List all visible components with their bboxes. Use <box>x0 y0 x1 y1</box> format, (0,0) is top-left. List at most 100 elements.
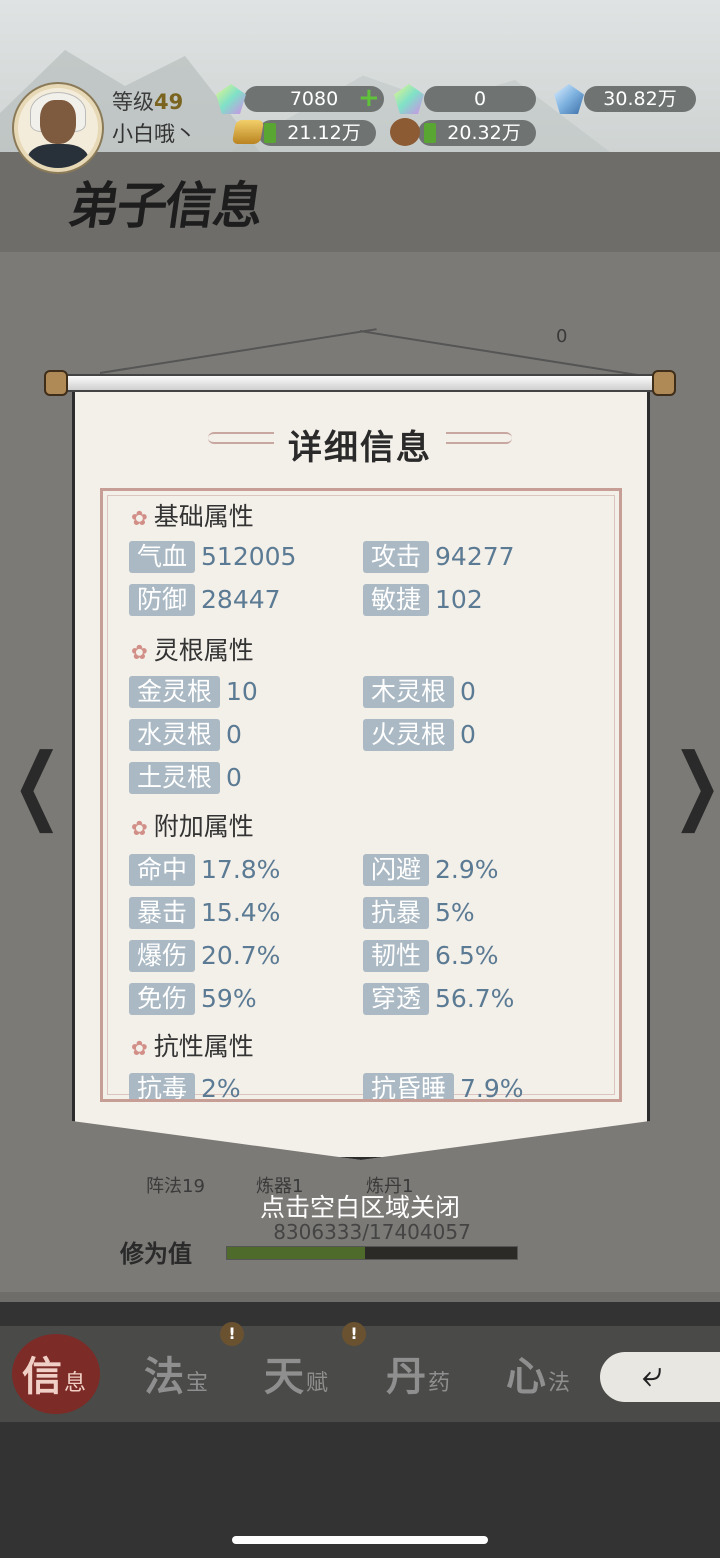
scroll-rod <box>48 374 674 392</box>
section-spirit-root: ✿ 灵根属性 <box>131 631 254 667</box>
stat-label: 抗毒 <box>129 1073 196 1099</box>
stat-toughness: 韧性 6.5% <box>363 940 499 972</box>
attribute-frame[interactable]: ✿ 基础属性 气血 512005 攻击 94277 防御 28447 敏捷 102 ✿ 灵根… <box>100 488 622 1102</box>
stat-label: 免伤 <box>129 983 196 1015</box>
crystal-counter: 30.82万 <box>584 86 696 112</box>
home-indicator[interactable] <box>232 1536 488 1544</box>
cultivation-progress-fill <box>227 1247 366 1259</box>
tab-big-char: 法 <box>144 1353 184 1400</box>
level-value: 49 <box>154 90 184 114</box>
cultivation-progress-bar <box>226 1246 518 1260</box>
stat-penetration: 穿透 56.7% <box>363 983 514 1015</box>
stat-value: 0 <box>460 720 476 749</box>
player-avatar[interactable] <box>14 84 102 172</box>
section-title: 灵根属性 <box>153 636 254 665</box>
stat-label: 敏捷 <box>363 584 430 616</box>
flower-icon: ✿ <box>131 640 148 664</box>
gold-value: 21.12万 <box>287 122 361 144</box>
section-title: 基础属性 <box>153 502 254 531</box>
player-level: 等级49 <box>112 86 183 116</box>
stat-value: 0 <box>460 677 476 706</box>
tab-talent[interactable]: 天赋 <box>264 1344 374 1404</box>
back-button[interactable]: ⤶ <box>600 1352 720 1402</box>
tab-big-char: 天 <box>264 1353 304 1400</box>
cultivation-label: 修为值 <box>120 1239 192 1268</box>
stat-anticrit: 抗暴 5% <box>363 897 475 929</box>
page-title: 弟子信息 <box>65 176 266 235</box>
stat-value: 2% <box>201 1074 241 1102</box>
stat-value: 102 <box>435 585 483 614</box>
wood-log-icon <box>390 118 420 146</box>
stat-earth-root: 土灵根 0 <box>129 762 242 794</box>
dialog-title: 详细信息 <box>0 420 720 469</box>
tab-small-char: 法 <box>548 1371 571 1396</box>
avatar-body <box>28 144 88 168</box>
stat-label: 暴击 <box>129 897 196 929</box>
flower-icon: ✿ <box>131 1036 148 1060</box>
stat-label: 命中 <box>129 854 196 886</box>
stat-value: 7.9% <box>460 1074 524 1102</box>
section-title: 附加属性 <box>153 812 254 841</box>
tab-elixir[interactable]: 丹药 <box>386 1344 496 1404</box>
tab-small-char: 宝 <box>186 1371 209 1396</box>
stat-label: 木灵根 <box>363 676 455 708</box>
stat-fire-root: 火灵根 0 <box>363 719 476 751</box>
stat-dodge: 闪避 2.9% <box>363 854 499 886</box>
section-extra-attributes: ✿ 附加属性 <box>131 807 254 843</box>
previous-disciple-arrow-icon[interactable]: ❮ <box>12 736 62 834</box>
treasure-alert-icon: ! <box>220 1322 244 1346</box>
stat-label: 金灵根 <box>129 676 221 708</box>
stat-value: 512005 <box>201 542 297 571</box>
stat-value: 17.8% <box>201 855 281 884</box>
stat-wood-root: 木灵根 0 <box>363 676 476 708</box>
stat-hit: 命中 17.8% <box>129 854 280 886</box>
wood-bar-fill <box>424 123 436 143</box>
stat-damage-reduction: 免伤 59% <box>129 983 257 1015</box>
tab-small-char: 药 <box>428 1371 451 1396</box>
stat-label: 穿透 <box>363 983 430 1015</box>
tab-big-char: 丹 <box>386 1353 426 1400</box>
stat-value: 15.4% <box>201 898 281 927</box>
tab-info[interactable]: 信息 <box>22 1344 132 1404</box>
stat-value: 56.7% <box>435 984 515 1013</box>
next-disciple-arrow-icon[interactable]: ❯ <box>672 736 720 834</box>
add-jade-icon[interactable]: + <box>358 85 380 111</box>
level-label: 等级 <box>112 90 154 114</box>
stat-value: 0 <box>226 720 242 749</box>
tab-big-char: 心 <box>506 1353 546 1400</box>
dialog-title-text: 详细信息 <box>274 428 446 468</box>
stat-label: 气血 <box>129 541 196 573</box>
flower-icon: ✿ <box>131 816 148 840</box>
stat-label: 抗昏睡 <box>363 1073 455 1099</box>
close-hint[interactable]: 点击空白区域关闭 <box>0 1188 720 1224</box>
wood-value: 20.32万 <box>447 122 521 144</box>
back-arrow-icon: ⤶ <box>642 1354 663 1395</box>
stat-defense: 防御 28447 <box>129 584 281 616</box>
tab-treasure[interactable]: 法宝 <box>144 1344 254 1404</box>
stat-hp: 气血 512005 <box>129 541 296 573</box>
flower-icon: ✿ <box>131 506 148 530</box>
stat-value: 20.7% <box>201 941 281 970</box>
stat-sleep-resist: 抗昏睡 7.9% <box>363 1073 524 1102</box>
stat-water-root: 水灵根 0 <box>129 719 242 751</box>
gold-ingot-icon <box>231 120 265 144</box>
stat-agility: 敏捷 102 <box>363 584 483 616</box>
stat-label: 闪避 <box>363 854 430 886</box>
bound-jade-counter: 0 <box>424 86 536 112</box>
avatar-face <box>40 100 76 144</box>
stat-value: 5% <box>435 898 475 927</box>
stat-crit-damage: 爆伤 20.7% <box>129 940 280 972</box>
section-title: 抗性属性 <box>153 1032 254 1061</box>
stat-value: 10 <box>226 677 258 706</box>
scroll-rod-cap <box>44 370 68 396</box>
stat-value: 94277 <box>435 542 515 571</box>
talent-alert-icon: ! <box>342 1322 366 1346</box>
stat-value: 28447 <box>201 585 281 614</box>
stat-value: 2.9% <box>435 855 499 884</box>
stat-label: 土灵根 <box>129 762 221 794</box>
stat-crit: 暴击 15.4% <box>129 897 280 929</box>
stat-value: 6.5% <box>435 941 499 970</box>
section-resist-attributes: ✿ 抗性属性 <box>131 1027 254 1063</box>
section-basic-attributes: ✿ 基础属性 <box>131 497 254 533</box>
player-name: 小白哦丶 <box>112 122 196 146</box>
